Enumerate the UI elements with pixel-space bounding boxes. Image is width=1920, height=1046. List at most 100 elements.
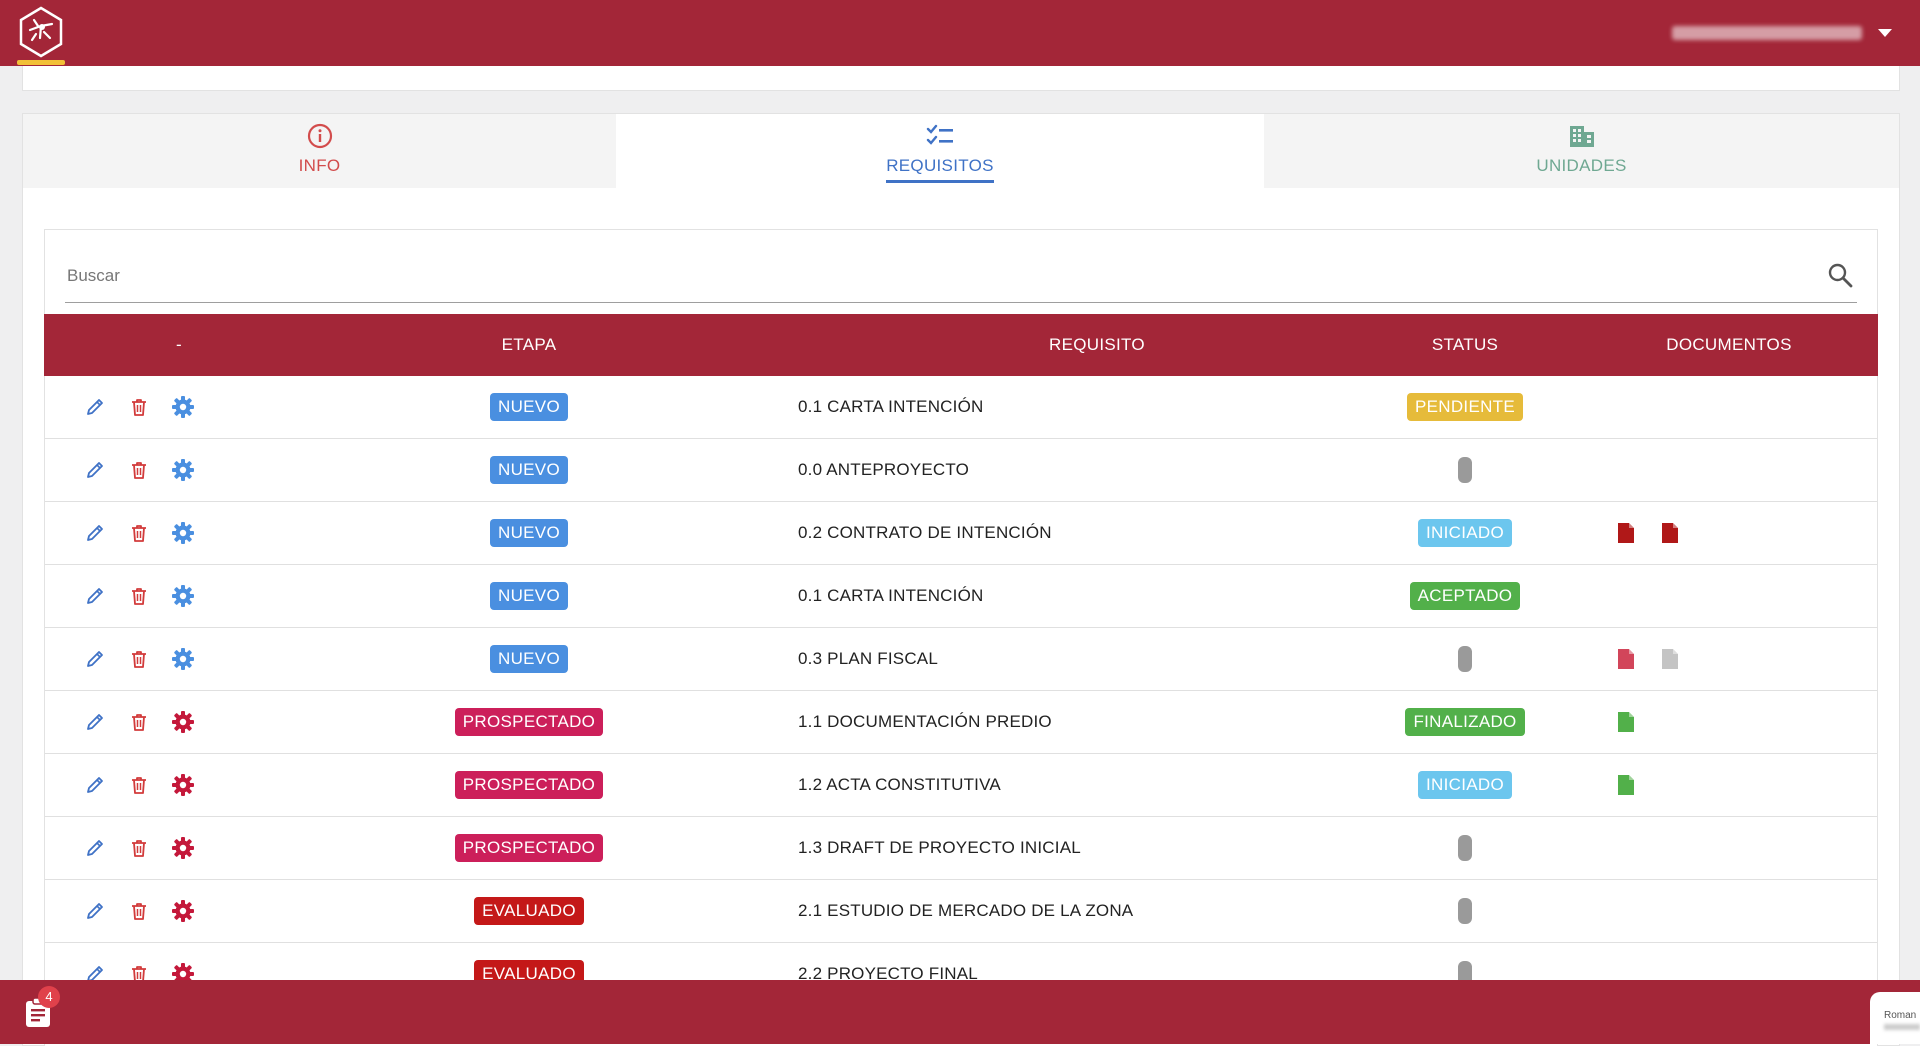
header-status[interactable]: STATUS: [1365, 314, 1565, 376]
user-menu[interactable]: [1672, 20, 1892, 46]
requisito-cell: 0.1 CARTA INTENCIÓN: [798, 586, 984, 605]
settings-button[interactable]: [171, 710, 195, 734]
document-file-button[interactable]: [1616, 647, 1636, 671]
documentos-cell: [1616, 565, 1876, 627]
table-row: EVALUADO 2.1 ESTUDIO DE MERCADO DE LA ZON…: [45, 880, 1877, 943]
documentos-cell: [1616, 817, 1876, 879]
etapa-badge: NUEVO: [490, 645, 568, 673]
edit-button[interactable]: [83, 521, 107, 545]
document-file-button[interactable]: [1660, 521, 1680, 545]
gear-icon: [172, 585, 194, 607]
insect-hexagon-logo[interactable]: [18, 6, 64, 58]
gear-icon: [172, 900, 194, 922]
trash-icon: [132, 777, 146, 794]
delete-button[interactable]: [127, 458, 151, 482]
documentos-cell: [1616, 754, 1876, 816]
tab-info[interactable]: INFO: [23, 114, 616, 188]
etapa-cell: PROSPECTADO: [309, 754, 749, 816]
edit-button[interactable]: [83, 836, 107, 860]
checklist-icon: [926, 124, 953, 145]
pencil-icon: [87, 399, 103, 415]
delete-button[interactable]: [127, 584, 151, 608]
table-header: - ETAPA REQUISITO STATUS DOCUMENTOS: [44, 314, 1878, 376]
edit-button[interactable]: [83, 584, 107, 608]
document-file-button[interactable]: [1616, 521, 1636, 545]
documentos-cell: [1616, 628, 1876, 690]
documentos-cell: [1616, 439, 1876, 501]
edit-button[interactable]: [83, 647, 107, 671]
delete-button[interactable]: [127, 521, 151, 545]
pencil-icon: [87, 840, 103, 856]
trash-icon: [132, 840, 146, 857]
etapa-cell: NUEVO: [309, 376, 749, 438]
etapa-badge: EVALUADO: [474, 897, 584, 925]
documentos-cell: [1616, 376, 1876, 438]
delete-button[interactable]: [127, 899, 151, 923]
status-cell: INICIADO: [1365, 754, 1565, 816]
requisito-cell: 0.0 ANTEPROYECTO: [798, 460, 970, 479]
edit-button[interactable]: [83, 773, 107, 797]
etapa-cell: NUEVO: [309, 628, 749, 690]
etapa-cell: PROSPECTADO: [309, 817, 749, 879]
etapa-cell: NUEVO: [309, 439, 749, 501]
row-actions: [83, 817, 203, 879]
gear-icon: [172, 396, 194, 418]
settings-button[interactable]: [171, 458, 195, 482]
document-file-button[interactable]: [1616, 710, 1636, 734]
table-row: NUEVO 0.3 PLAN FISCAL: [45, 628, 1877, 691]
row-actions: [83, 691, 203, 753]
settings-button[interactable]: [171, 395, 195, 419]
file-icon: [1618, 712, 1634, 732]
file-icon: [1618, 649, 1634, 669]
gear-icon: [172, 522, 194, 544]
edit-button[interactable]: [83, 395, 107, 419]
tab-unidades[interactable]: UNIDADES: [1264, 114, 1899, 188]
header-documentos: DOCUMENTOS: [1666, 335, 1792, 354]
gear-icon: [172, 459, 194, 481]
trash-icon: [132, 714, 146, 731]
requisito-cell: 1.3 DRAFT DE PROYECTO INICIAL: [798, 838, 1081, 857]
file-icon: [1618, 523, 1634, 543]
document-file-button[interactable]: [1660, 647, 1680, 671]
header-etapa[interactable]: ETAPA: [309, 314, 749, 376]
delete-button[interactable]: [127, 836, 151, 860]
header-requisito[interactable]: REQUISITO: [797, 314, 1397, 376]
etapa-badge: PROSPECTADO: [454, 771, 604, 799]
settings-button[interactable]: [171, 773, 195, 797]
chat-widget-tab[interactable]: Roman: [1870, 992, 1920, 1044]
edit-button[interactable]: [83, 710, 107, 734]
search-input[interactable]: [65, 262, 1789, 290]
settings-button[interactable]: [171, 584, 195, 608]
status-badge: PENDIENTE: [1407, 393, 1523, 421]
document-file-button[interactable]: [1616, 773, 1636, 797]
edit-button[interactable]: [83, 899, 107, 923]
gear-icon: [172, 648, 194, 670]
settings-button[interactable]: [171, 899, 195, 923]
tab-requisitos[interactable]: REQUISITOS: [616, 114, 1264, 188]
trash-icon: [132, 525, 146, 542]
gear-icon: [172, 711, 194, 733]
settings-button[interactable]: [171, 836, 195, 860]
delete-button[interactable]: [127, 647, 151, 671]
status-cell: FINALIZADO: [1365, 691, 1565, 753]
etapa-cell: NUEVO: [309, 565, 749, 627]
file-icon: [1618, 775, 1634, 795]
row-actions: [83, 628, 203, 690]
settings-button[interactable]: [171, 647, 195, 671]
gear-icon: [172, 837, 194, 859]
etapa-cell: NUEVO: [309, 502, 749, 564]
requisito-cell: 0.1 CARTA INTENCIÓN: [798, 397, 984, 416]
search-icon[interactable]: [1827, 262, 1853, 288]
status-badge: FINALIZADO: [1405, 708, 1525, 736]
status-cell: ACEPTADO: [1365, 565, 1565, 627]
status-badge: ACEPTADO: [1409, 582, 1521, 610]
status-empty-indicator: [1458, 457, 1472, 483]
edit-button[interactable]: [83, 458, 107, 482]
row-actions: [83, 880, 203, 942]
delete-button[interactable]: [127, 710, 151, 734]
delete-button[interactable]: [127, 773, 151, 797]
settings-button[interactable]: [171, 521, 195, 545]
caret-down-icon[interactable]: [1878, 29, 1892, 37]
delete-button[interactable]: [127, 395, 151, 419]
search-field: [65, 248, 1857, 303]
